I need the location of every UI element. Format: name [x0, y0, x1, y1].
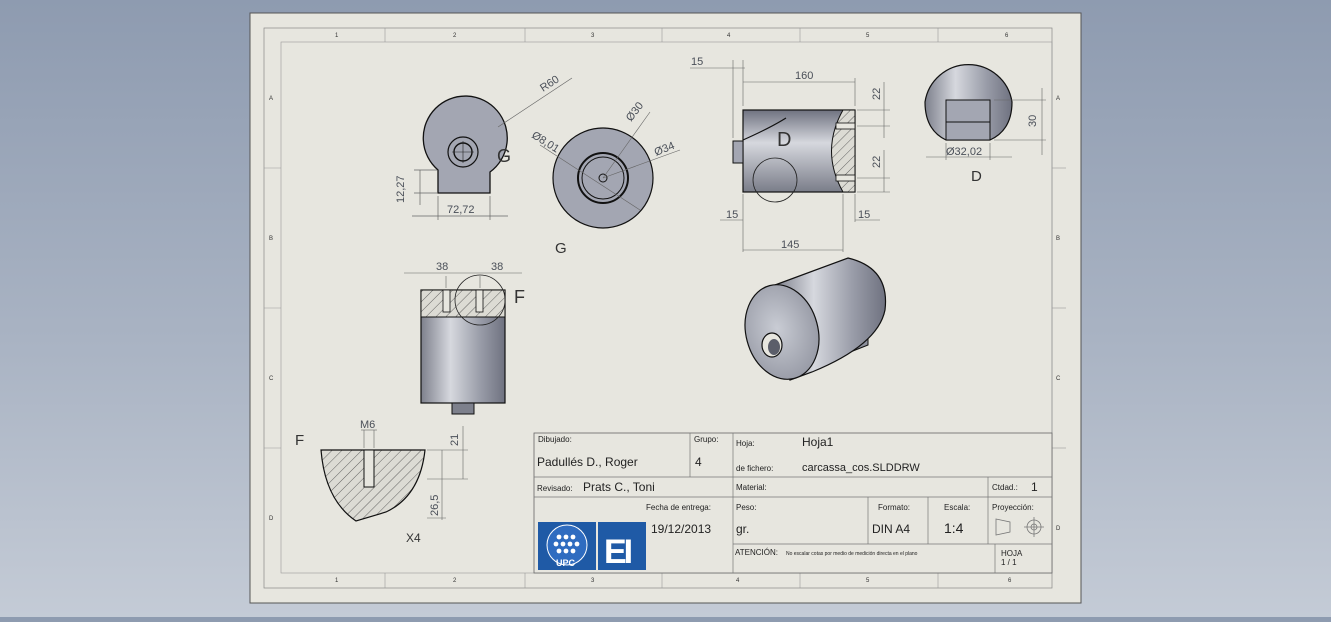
top-view-section-hatch — [420, 289, 506, 318]
dim-38-b: 38 — [491, 261, 503, 273]
tb-peso-value: gr. — [736, 522, 749, 536]
tb-hoja-count-label: HOJA — [1001, 549, 1023, 558]
upc-logo: UPC — [538, 522, 596, 570]
tb-dibujado-label: Dibujado: — [538, 435, 572, 444]
top-view-boss — [451, 402, 475, 415]
tb-grupo-label: Grupo: — [694, 435, 718, 444]
label-x4: X4 — [406, 531, 421, 545]
zone-right-a: A — [1056, 96, 1060, 102]
zone-left-d: D — [269, 516, 274, 522]
tb-hoja-count-value: 1 / 1 — [1001, 558, 1017, 567]
ei-logo: EI — [598, 522, 646, 571]
dim-15-top: 15 — [691, 56, 703, 68]
label-f-marker: F — [514, 287, 525, 307]
dim-22-a: 22 — [871, 88, 883, 100]
tb-peso-label: Peso: — [736, 503, 756, 512]
tb-grupo-value: 4 — [695, 455, 702, 469]
dim-38-a: 38 — [436, 261, 448, 273]
label-d-view: D — [971, 168, 982, 185]
tb-ctdad-value: 1 — [1031, 480, 1038, 494]
dim-15-left: 15 — [726, 209, 738, 221]
drawing-canvas: 1 2 3 4 5 6 1 2 3 4 5 6 A B C D A B C D … — [249, 12, 1082, 604]
dim-12-27: 12,27 — [395, 175, 407, 203]
tb-revisado-value: Prats C., Toni — [583, 480, 655, 494]
dim-26-5: 26,5 — [429, 495, 441, 516]
zone-left-b: B — [269, 236, 273, 242]
zone-left-c: C — [269, 376, 274, 382]
drawing-viewport: 1 2 3 4 5 6 1 2 3 4 5 6 A B C D A B C D … — [0, 0, 1331, 617]
zone-right-d: D — [1056, 526, 1061, 532]
dim-22-b: 22 — [871, 156, 883, 168]
tb-revisado-label: Revisado: — [537, 484, 573, 493]
tb-hoja-label: Hoja: — [736, 439, 755, 448]
label-d-marker: D — [777, 129, 791, 151]
tb-atencion-text: No escalar cotas por medio de medición d… — [786, 551, 918, 557]
dim-30-side: 30 — [1027, 115, 1039, 127]
label-g-view: G — [555, 240, 567, 257]
tb-fecha-label: Fecha de entrega: — [646, 503, 711, 512]
tb-escala-label: Escala: — [944, 503, 970, 512]
tb-fichero-value: carcassa_cos.SLDDRW — [802, 462, 920, 474]
title-block: Dibujado: Padullés D., Roger Grupo: 4 Ho… — [533, 432, 1053, 574]
label-g-marker: G — [497, 146, 511, 166]
label-f-view: F — [295, 432, 304, 449]
side-view-boss — [732, 140, 744, 164]
dim-145: 145 — [781, 239, 799, 251]
logo-ei-text: EI — [604, 533, 632, 571]
dim-d32-02: Ø32,02 — [946, 146, 982, 158]
tb-fichero-label: de fichero: — [736, 464, 773, 473]
tb-escala-value: 1:4 — [944, 520, 964, 536]
logo-upc-text: UPC — [556, 558, 576, 568]
tb-proyeccion-label: Proyección: — [992, 503, 1034, 512]
tb-material-label: Material: — [736, 483, 767, 492]
tb-fecha-value: 19/12/2013 — [651, 522, 711, 536]
tb-hoja-value: Hoja1 — [802, 435, 834, 449]
tb-ctdad-label: Ctdad.: — [992, 483, 1018, 492]
tb-formato-label: Formato: — [878, 503, 910, 512]
dim-15-right: 15 — [858, 209, 870, 221]
dim-160: 160 — [795, 70, 813, 82]
tb-dibujado-value: Padullés D., Roger — [537, 455, 638, 469]
tb-atencion-label: ATENCIÓN: — [735, 548, 778, 557]
zone-left-a: A — [269, 96, 273, 102]
tb-formato-value: DIN A4 — [872, 522, 910, 536]
zone-right-b: B — [1056, 236, 1060, 242]
dim-72-72: 72,72 — [447, 204, 475, 216]
zone-right-c: C — [1056, 376, 1061, 382]
dim-m6: M6 — [360, 419, 375, 431]
dim-21: 21 — [449, 434, 461, 446]
